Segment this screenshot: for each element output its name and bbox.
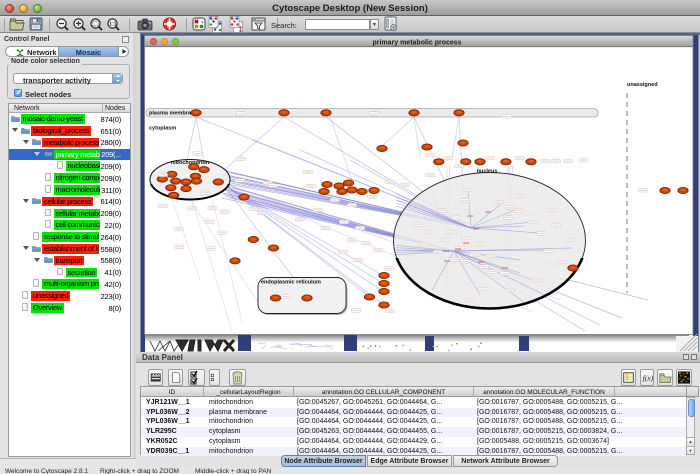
svg-text:unassigned: unassigned bbox=[627, 82, 658, 88]
svg-text:cytoplasm: cytoplasm bbox=[149, 126, 176, 132]
svg-text:nucleus: nucleus bbox=[477, 169, 498, 175]
svg-text:endoplasmic reticulum: endoplasmic reticulum bbox=[261, 280, 321, 286]
svg-text:f(x): f(x) bbox=[642, 373, 653, 382]
svg-text:1:1: 1:1 bbox=[109, 22, 116, 28]
svg-text:plasma membrane: plasma membrane bbox=[149, 111, 197, 117]
svg-text:primary metabolic process: primary metabolic process bbox=[372, 40, 461, 47]
